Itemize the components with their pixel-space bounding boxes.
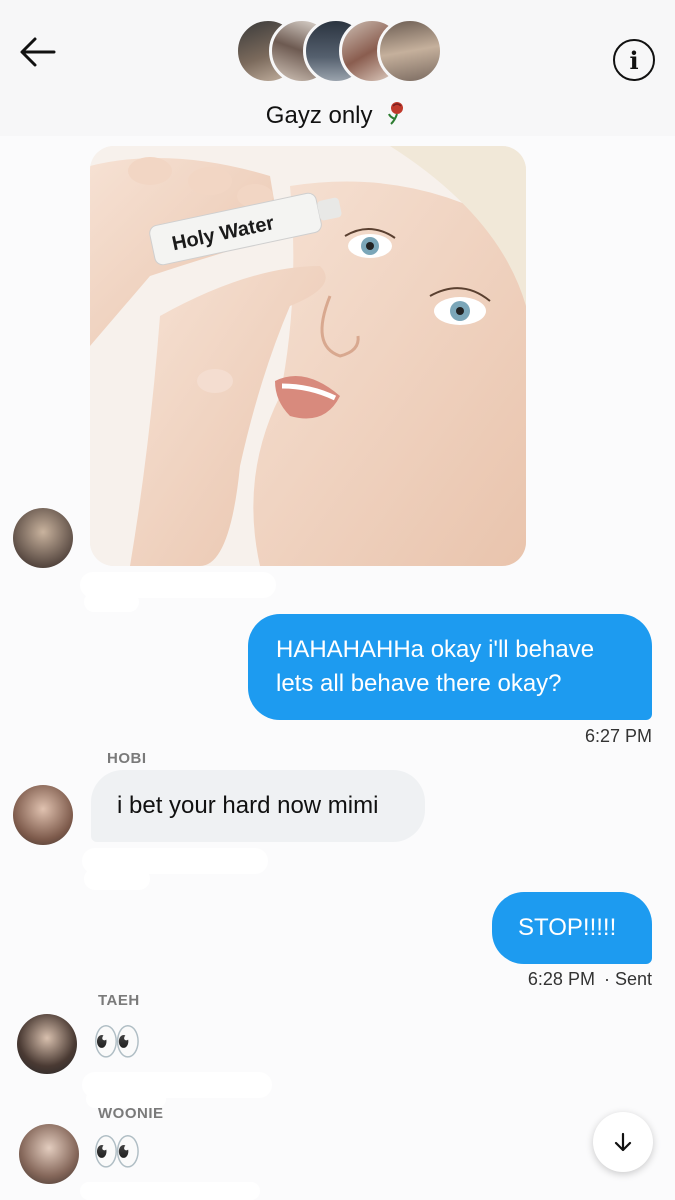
message-bubble-outgoing[interactable]: STOP!!!!! [492,892,652,964]
redacted-area [80,1182,260,1200]
arrow-left-icon [20,37,56,67]
message-bubble-incoming[interactable]: i bet your hard now mimi [91,770,425,842]
sender-name: WOONIE [98,1105,164,1122]
sender-name: HOBI [107,750,147,767]
rose-icon [383,100,409,133]
arrow-down-icon [614,1132,632,1152]
message-timestamp: 6:27 PM [584,726,652,746]
sender-avatar[interactable] [19,1124,79,1184]
sender-name: TAEH [98,992,140,1009]
group-title[interactable]: Gayz only [0,100,675,133]
back-button[interactable] [18,34,58,70]
chat-header: Gayz only i [0,0,675,136]
message-meta: 6:28 PM · Sent [420,969,652,990]
message-text: HAHAHAHHa okay i'll behave [276,636,595,663]
sender-avatar[interactable] [13,508,73,568]
group-avatars[interactable] [235,18,450,88]
message-emoji[interactable]: 👀 [92,1130,142,1174]
scroll-to-bottom-button[interactable] [593,1112,653,1172]
message-image[interactable]: Holy Water [90,146,526,566]
member-avatar [377,18,443,84]
message-text: STOP!!!!! [518,914,617,941]
redacted-area [84,868,150,890]
sender-avatar[interactable] [17,1014,77,1074]
message-emoji[interactable]: 👀 [92,1020,142,1064]
redacted-area [84,592,139,612]
message-timestamp: 6:28 PM [527,969,595,989]
message-status: · Sent [603,969,652,989]
message-text: i bet your hard now mimi [117,792,379,819]
info-button[interactable]: i [613,39,655,81]
message-text: lets all behave there okay? [276,670,562,697]
group-name: Gayz only [265,101,373,129]
info-icon: i [629,45,639,75]
meme-image: Holy Water [90,146,526,566]
sender-avatar[interactable] [13,785,73,845]
message-bubble-outgoing[interactable]: HAHAHAHHa okay i'll behave lets all beha… [248,614,652,720]
